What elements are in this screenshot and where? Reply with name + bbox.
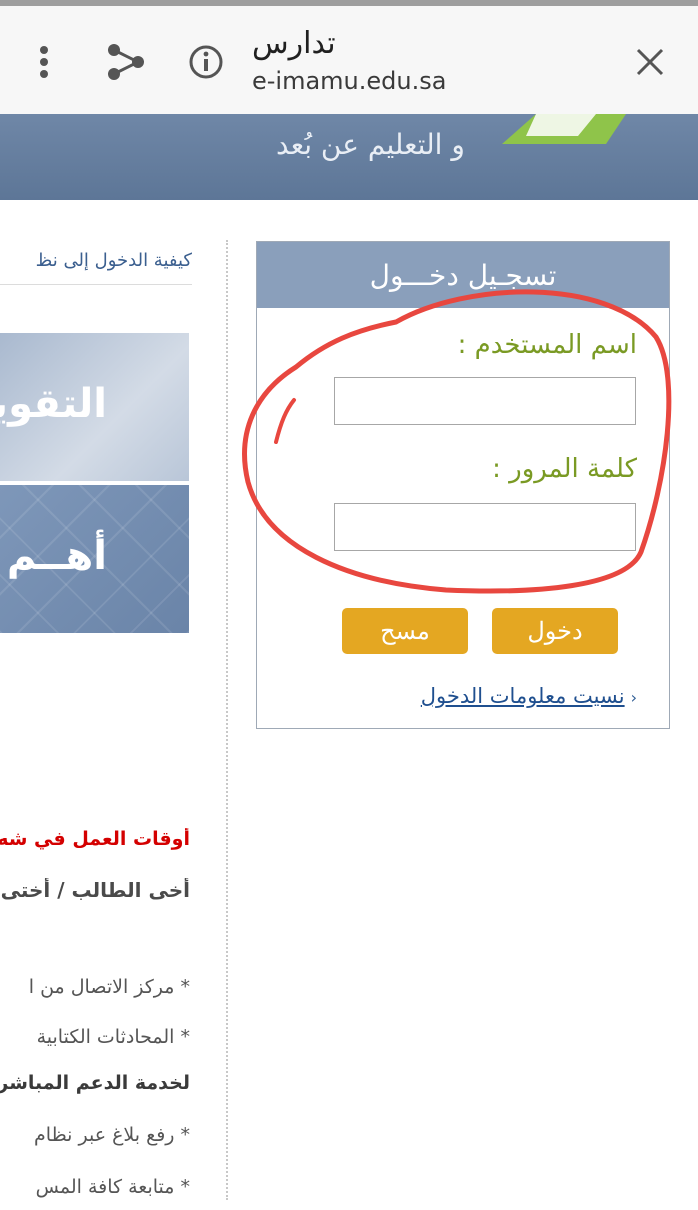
red-circle-annotation — [242, 289, 672, 594]
info-line-ticket: * رفع بلاغ عبر نظام — [34, 1124, 190, 1146]
column-divider — [226, 240, 228, 1200]
promo-calendar-banner[interactable]: التقويم — [0, 333, 189, 481]
university-logo-icon — [502, 114, 626, 144]
forgot-login-row: ‹ نسيت معلومات الدخول — [421, 684, 637, 708]
info-line-chat: * المحادثات الكتابية — [36, 1026, 190, 1048]
close-icon[interactable] — [630, 42, 670, 82]
browser-toolbar: تدارس e-imamu.edu.sa — [0, 6, 698, 115]
site-header-banner: و التعليم عن بُعد — [0, 114, 698, 200]
page-title-block: تدارس e-imamu.edu.sa — [252, 24, 446, 98]
more-vert-icon[interactable] — [24, 42, 64, 82]
page-title: تدارس — [252, 26, 336, 61]
greeting-text: أخى الطالب / أختى — [0, 878, 190, 902]
clear-button[interactable]: مسح — [342, 608, 468, 654]
share-icon[interactable] — [106, 42, 146, 82]
how-to-login-link[interactable]: كيفية الدخول إلى نظ — [0, 246, 192, 285]
bullet-arrow-icon: ‹ — [630, 688, 637, 707]
promo-important-banner[interactable]: أهــم — [0, 485, 189, 633]
info-line-followup: * متابعة كافة المس — [35, 1176, 190, 1198]
page-url[interactable]: e-imamu.edu.sa — [252, 64, 446, 98]
login-button[interactable]: دخول — [492, 608, 618, 654]
info-line-direct-support: لخدمة الدعم المباشر — [0, 1072, 190, 1094]
info-line-call-center: * مركز الاتصال من ا — [28, 976, 190, 998]
banner-tagline: و التعليم عن بُعد — [276, 128, 465, 161]
info-icon[interactable] — [186, 42, 226, 82]
working-hours-title: أوقات العمل في شه — [0, 828, 190, 850]
forgot-login-link[interactable]: نسيت معلومات الدخول — [421, 684, 625, 708]
